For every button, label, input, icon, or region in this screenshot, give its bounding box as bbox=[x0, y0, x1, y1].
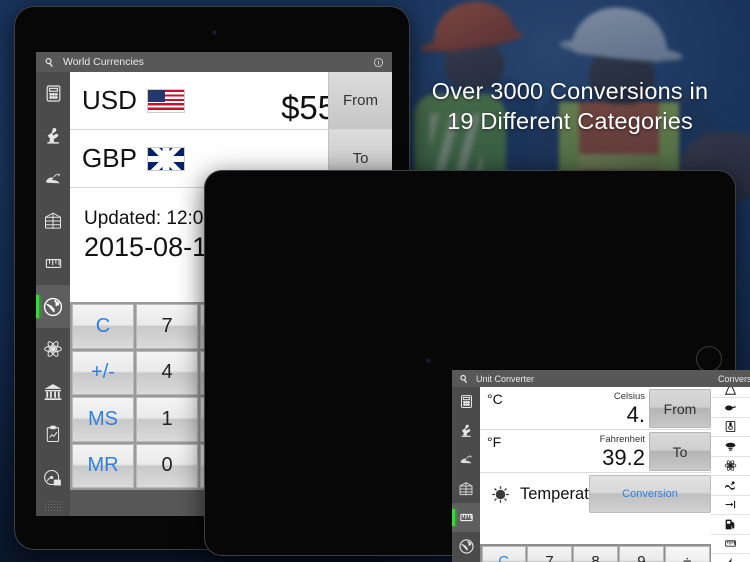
conversion-category-panel: Conversion AreaCookingData StorageDensit… bbox=[711, 370, 750, 562]
category-list-item[interactable]: Area bbox=[711, 387, 750, 398]
currency-code: USD bbox=[82, 85, 137, 115]
converter-to-row[interactable]: °F Fahrenheit 39.2 To bbox=[480, 430, 711, 473]
key-7[interactable]: 7 bbox=[527, 545, 572, 562]
category-list-item[interactable]: Fuel Economy bbox=[711, 515, 750, 535]
conversion-panel-title: Conversion bbox=[718, 373, 750, 384]
fuel-pump-icon bbox=[717, 518, 743, 531]
from-value: 4. bbox=[626, 402, 645, 427]
key-[interactable]: ÷ bbox=[665, 545, 710, 562]
sidebar-item-calculator[interactable] bbox=[452, 387, 480, 416]
to-value: 39.2 bbox=[602, 445, 645, 470]
category-list-item[interactable]: Cooking bbox=[711, 398, 750, 418]
sidebar-item-science[interactable] bbox=[452, 416, 480, 445]
currency-code: GBP bbox=[82, 143, 137, 173]
conversion-category-list[interactable]: AreaCookingData StorageDensityEnergyFlow… bbox=[711, 387, 750, 562]
converter-from-row[interactable]: °C Celsius 4. From bbox=[480, 387, 711, 430]
converter-category-row[interactable]: Temperature Conversion bbox=[480, 473, 711, 515]
sidebar-item-world-currencies[interactable] bbox=[452, 532, 480, 561]
sidebar-item-engineering[interactable] bbox=[452, 474, 480, 503]
converter-titlebar: Unit Converter bbox=[452, 370, 711, 387]
promo-headline-line-2: 19 Different Categories bbox=[447, 108, 693, 134]
key-9[interactable]: 9 bbox=[619, 545, 664, 562]
category-list-item[interactable]: Length bbox=[711, 534, 750, 554]
temperature-sun-icon bbox=[480, 485, 520, 504]
to-unit-name: Fahrenheit bbox=[599, 434, 645, 445]
conversion-tab[interactable]: Conversion bbox=[589, 475, 711, 513]
from-unit-symbol: °C bbox=[487, 391, 503, 407]
tablet-device-front: Unit Converter °C Celsius 4. From °F Fah… bbox=[204, 170, 750, 562]
us-flag-icon bbox=[146, 88, 185, 113]
density-icon bbox=[717, 440, 743, 453]
key-[interactable]: +/- bbox=[72, 350, 134, 395]
ruler-icon bbox=[717, 537, 743, 550]
energy-atom-icon bbox=[717, 459, 743, 472]
converter-sidebar[interactable] bbox=[452, 387, 480, 562]
sidebar-item-reports[interactable] bbox=[36, 413, 70, 456]
currency-titlebar: World Currencies bbox=[36, 52, 392, 72]
category-list-item[interactable]: Data Storage bbox=[711, 417, 750, 437]
key-MR[interactable]: MR bbox=[72, 443, 134, 488]
converter-keypad[interactable]: C789÷+/-456×MS123-MR0.=+ bbox=[480, 544, 711, 562]
key-8[interactable]: 8 bbox=[573, 545, 618, 562]
unit-converter-screen: Unit Converter °C Celsius 4. From °F Fah… bbox=[452, 370, 750, 562]
home-button[interactable] bbox=[696, 346, 722, 372]
category-list-item[interactable]: Energy bbox=[711, 456, 750, 476]
sidebar-item-physics[interactable] bbox=[36, 328, 70, 371]
sidebar-item-units[interactable] bbox=[452, 503, 480, 532]
category-list-item[interactable]: Flow Rate bbox=[711, 476, 750, 496]
key-1[interactable]: 1 bbox=[136, 397, 198, 442]
to-button[interactable]: To bbox=[649, 432, 711, 471]
key-MS[interactable]: MS bbox=[72, 397, 134, 442]
data-storage-icon bbox=[717, 420, 743, 433]
sidebar-item-health[interactable] bbox=[36, 157, 70, 200]
currency-from-button[interactable]: From bbox=[328, 72, 392, 129]
cooking-pan-icon bbox=[717, 401, 743, 414]
category-list-item[interactable]: Power bbox=[711, 554, 750, 562]
converter-title: Unit Converter bbox=[476, 373, 535, 384]
info-icon[interactable] bbox=[373, 57, 384, 68]
key-C[interactable]: C bbox=[481, 545, 526, 562]
force-arrow-icon bbox=[717, 498, 743, 511]
sidebar-item-engineering[interactable] bbox=[36, 200, 70, 243]
power-bolt-icon bbox=[717, 557, 743, 562]
flow-rate-icon bbox=[717, 479, 743, 492]
promo-headline-line-1: Over 3000 Conversions in bbox=[431, 78, 709, 104]
front-camera-icon bbox=[426, 358, 431, 363]
key-C[interactable]: C bbox=[72, 304, 134, 349]
sidebar-item-calculator[interactable] bbox=[36, 72, 70, 115]
currency-row-usd[interactable]: USD $55.00 From bbox=[70, 72, 392, 130]
currency-title: World Currencies bbox=[63, 56, 144, 68]
key-7[interactable]: 7 bbox=[136, 304, 198, 349]
from-button[interactable]: From bbox=[649, 389, 711, 428]
from-unit-name: Celsius bbox=[613, 391, 645, 402]
sidebar-item-health[interactable] bbox=[452, 445, 480, 474]
sidebar-item-finance[interactable] bbox=[36, 370, 70, 413]
converter-content: °C Celsius 4. From °F Fahrenheit 39.2 To bbox=[480, 387, 711, 562]
currency-sidebar[interactable] bbox=[36, 72, 70, 516]
sidebar-item-dashboard[interactable] bbox=[36, 456, 70, 501]
gb-flag-icon bbox=[146, 146, 185, 171]
sidebar-item-science[interactable] bbox=[36, 115, 70, 158]
to-unit-symbol: °F bbox=[487, 434, 502, 450]
sidebar-item-world-currencies[interactable] bbox=[36, 285, 70, 328]
area-icon bbox=[717, 387, 743, 397]
settings-gear-icon[interactable] bbox=[459, 374, 469, 384]
conversion-panel-titlebar: Conversion bbox=[711, 370, 750, 387]
category-list-item[interactable]: Density bbox=[711, 437, 750, 457]
category-list-item[interactable]: Force bbox=[711, 495, 750, 515]
front-camera-icon bbox=[212, 30, 217, 35]
key-4[interactable]: 4 bbox=[136, 350, 198, 395]
sidebar-item-units[interactable] bbox=[36, 243, 70, 286]
settings-gear-icon[interactable] bbox=[44, 57, 55, 68]
sidebar-texture bbox=[44, 500, 62, 512]
promo-headline: Over 3000 Conversions in 19 Different Ca… bbox=[398, 76, 742, 136]
key-0[interactable]: 0 bbox=[136, 443, 198, 488]
